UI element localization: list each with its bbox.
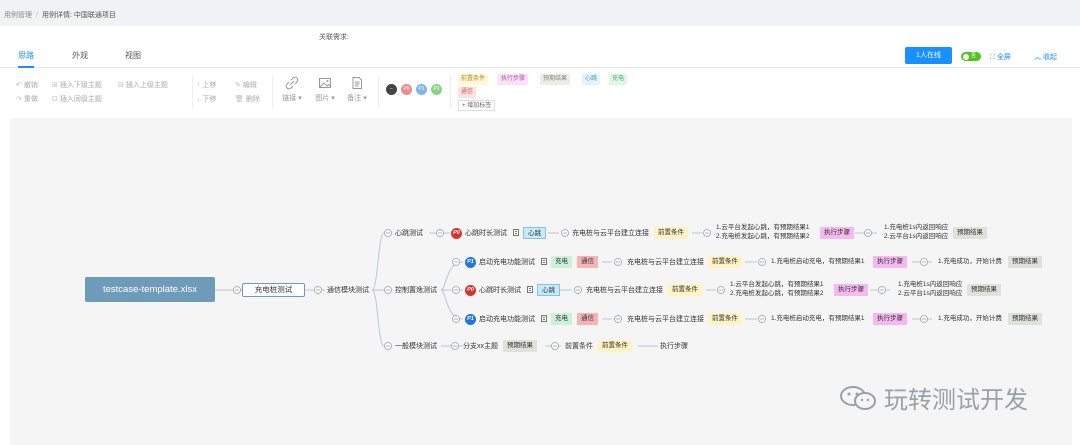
case-title[interactable]: 启动充电功能测试 — [479, 314, 535, 325]
note-icon[interactable] — [527, 286, 533, 293]
case-result[interactable]: 2.云平台1s内返回响应 — [898, 290, 962, 298]
mindmap-level1-node[interactable]: 充电桩测试 — [242, 283, 305, 297]
tag-chip: 充电 — [551, 313, 572, 325]
priority-badge: P0 — [465, 285, 476, 296]
tag-chip: 通信 — [577, 256, 598, 268]
tag-chip: 前置条件 — [598, 340, 632, 352]
group-node-general[interactable]: 一般模块测试 — [395, 341, 437, 352]
branch-precondition[interactable]: 前置条件 — [565, 341, 593, 352]
tag-chip: 预期结果 — [967, 284, 1001, 296]
case-step[interactable]: 1.云平台发起心跳，有预期结果1 — [716, 224, 810, 232]
case-title[interactable]: 心跳时长测试 — [465, 228, 507, 239]
mindmap-level2-node[interactable]: 通信模块测试 — [327, 285, 369, 296]
tag-chip: 充电 — [551, 256, 572, 268]
tag-chip: 执行步骤 — [820, 227, 854, 239]
branch-steps[interactable]: 执行步骤 — [660, 341, 688, 352]
case-step[interactable]: 1.充电桩启动充电，有预期结果1 — [771, 258, 865, 266]
tag-chip: 执行步骤 — [873, 313, 907, 325]
priority-badge: P1 — [465, 257, 476, 268]
case-result[interactable]: 1.充电桩1s内返回响应 — [898, 281, 962, 289]
case-step[interactable]: 2.充电桩发起心跳，有预期结果2 — [716, 233, 810, 241]
tag-chip: 心跳 — [523, 227, 546, 239]
tag-chip: 心跳 — [537, 284, 560, 296]
case-desc[interactable]: 充电桩与云平台建立连接 — [586, 285, 663, 296]
priority-badge: P1 — [465, 314, 476, 325]
case-step[interactable]: 2.充电桩发起心跳，有预期结果2 — [730, 290, 824, 298]
tag-chip: 通信 — [577, 313, 598, 325]
mindmap-root-node[interactable]: testcase-template.xlsx — [85, 277, 215, 302]
priority-badge: P0 — [451, 228, 462, 239]
mindmap-connectors — [215, 229, 932, 350]
tag-chip: 执行步骤 — [873, 256, 907, 268]
group-node-control[interactable]: 控制置逸测试 — [395, 285, 437, 296]
case-title[interactable]: 启动充电功能测试 — [479, 257, 535, 268]
case-desc[interactable]: 充电桩与云平台建立连接 — [627, 314, 704, 325]
case-result[interactable]: 1.充电成功，开始计费 — [938, 315, 1002, 323]
tag-chip: 预期结果 — [1008, 256, 1042, 268]
tag-chip: 前置条件 — [708, 313, 742, 325]
tag-chip: 预期结果 — [953, 227, 987, 239]
tag-chip: 前置条件 — [708, 256, 742, 268]
tag-chip: 预期结果 — [503, 340, 537, 352]
branch-title[interactable]: 分支xx主题 — [463, 341, 498, 352]
note-icon[interactable] — [541, 315, 547, 322]
case-result[interactable]: 1.充电桩1s内返回响应 — [884, 224, 948, 232]
tag-chip: 预期结果 — [1008, 313, 1042, 325]
case-step[interactable]: 1.云平台发起心跳，有预期结果1 — [730, 281, 824, 289]
note-icon[interactable] — [513, 229, 519, 236]
case-desc[interactable]: 充电桩与云平台建立连接 — [627, 257, 704, 268]
case-result[interactable]: 1.充电成功，开始计费 — [938, 258, 1002, 266]
case-title[interactable]: 心跳时长测试 — [479, 285, 521, 296]
tag-chip: 前置条件 — [654, 227, 688, 239]
tag-chip: 前置条件 — [668, 284, 702, 296]
wechat-logo-icon — [840, 386, 876, 410]
watermark-text: 玩转测试开发 — [884, 387, 1028, 414]
case-result[interactable]: 2.云平台1s内返回响应 — [884, 233, 948, 241]
note-icon[interactable] — [541, 258, 547, 265]
case-desc[interactable]: 充电桩与云平台建立连接 — [572, 228, 649, 239]
case-step[interactable]: 1.充电桩启动充电，有预期结果1 — [771, 315, 865, 323]
tag-chip: 执行步骤 — [834, 284, 868, 296]
group-node-heartbeat[interactable]: 心跳测试 — [395, 228, 423, 239]
